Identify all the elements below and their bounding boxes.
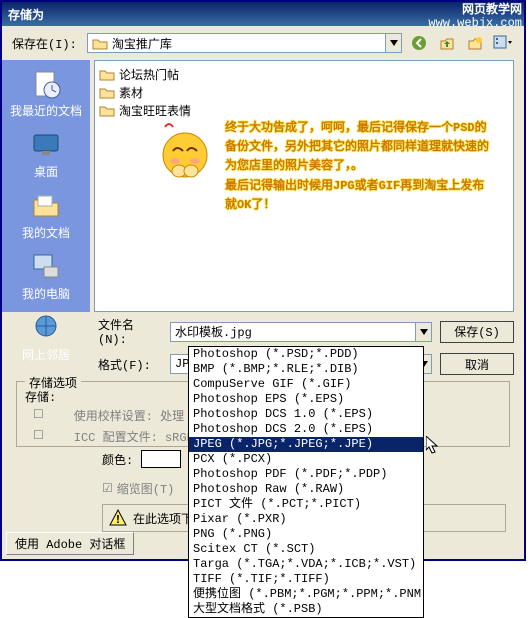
place-recent[interactable]: 我最近的文档 [2,64,90,123]
format-option[interactable]: Pixar (*.PXR) [189,512,423,527]
group-legend: 存储选项 [25,374,81,391]
format-option[interactable]: Photoshop DCS 1.0 (*.EPS) [189,407,423,422]
format-option[interactable]: Photoshop EPS (*.EPS) [189,392,423,407]
mydocs-icon [30,190,62,222]
up-folder-icon[interactable] [436,32,458,54]
new-folder-icon[interactable] [464,32,486,54]
color-label: 颜色: [102,451,133,468]
recent-docs-icon [30,68,62,100]
savein-value: 淘宝推广库 [112,35,172,52]
place-desktop[interactable]: 桌面 [2,125,90,184]
format-option[interactable]: PICT 文件 (*.PCT;*.PICT) [189,497,423,512]
cancel-button[interactable]: 取消 [440,353,514,375]
color-swatch[interactable] [141,450,181,468]
format-option[interactable]: Photoshop Raw (*.RAW) [189,482,423,497]
view-menu-icon[interactable] [492,32,514,54]
format-option[interactable]: CompuServe GIF (*.GIF) [189,377,423,392]
overlay-annotation: 终于大功告成了，呵呵，最后记得保存一个PSD的备份文件，另外把其它的照片都同样道… [225,119,495,215]
place-computer[interactable]: 我的电脑 [2,247,90,306]
warning-icon: ! [109,509,127,527]
format-option[interactable]: Photoshop (*.PSD;*.PDD) [189,347,423,362]
adobe-dialog-button[interactable]: 使用 Adobe 对话框 [6,532,134,555]
format-option[interactable]: PCX (*.PCX) [189,452,423,467]
format-option[interactable]: PNG (*.PNG) [189,527,423,542]
chevron-down-icon[interactable] [415,323,431,341]
place-mydocs[interactable]: 我的文档 [2,186,90,245]
filename-label: 文件名(N): [98,316,162,347]
place-network[interactable]: 网上邻居 [2,308,90,367]
cursor-icon [426,436,442,456]
network-icon [30,312,62,344]
format-label: 格式(F): [98,356,162,373]
format-option[interactable]: 便携位图 (*.PBM;*.PGM;*.PPM;*.PNM;*.PFM;*. [189,587,423,602]
format-option[interactable]: TIFF (*.TIF;*.TIFF) [189,572,423,587]
list-item[interactable]: 淘宝旺旺表情 [99,101,509,119]
save-button[interactable]: 保存(S) [440,321,514,343]
format-option[interactable]: Photoshop PDF (*.PDF;*.PDP) [189,467,423,482]
filename-input[interactable]: 水印模板.jpg [170,322,432,342]
folder-icon [99,103,115,117]
savein-toolbar: 保存在(I): 淘宝推广库 [2,26,524,60]
chevron-down-icon[interactable] [385,34,401,52]
format-dropdown-list[interactable]: Photoshop (*.PSD;*.PDD)BMP (*.BMP;*.RLE;… [188,346,424,618]
color-row: 颜色: [102,450,181,468]
back-icon[interactable] [408,32,430,54]
list-item[interactable]: 素材 [99,83,509,101]
format-option[interactable]: BMP (*.BMP;*.RLE;*.DIB) [189,362,423,377]
savein-label: 保存在(I): [12,35,77,52]
format-option[interactable]: 大型文档格式 (*.PSB) [189,602,423,617]
desktop-icon [30,129,62,161]
window-title: 存储为 [8,6,44,23]
svg-text:!: ! [114,513,121,527]
list-item[interactable]: 论坛热门帖 [99,65,509,83]
format-option[interactable]: Scitex CT (*.SCT) [189,542,423,557]
file-list[interactable]: 论坛热门帖 素材 淘宝旺旺表情 终于大功告成了，呵呵，最后记得保存一个PSD的备… [94,60,514,312]
savein-combo[interactable]: 淘宝推广库 [87,33,402,53]
format-option[interactable]: Photoshop DCS 2.0 (*.EPS) [189,422,423,437]
format-option[interactable]: JPEG (*.JPG;*.JPEG;*.JPE) [189,437,423,452]
emoji-icon [155,121,215,181]
places-bar: 我最近的文档 桌面 我的文档 我的电脑 网上邻居 [2,60,90,312]
folder-icon [99,67,115,81]
watermark: 网页教学网 www.webjx.com [428,4,522,30]
folder-icon [99,85,115,99]
folder-open-icon [92,36,108,50]
computer-icon [30,251,62,283]
